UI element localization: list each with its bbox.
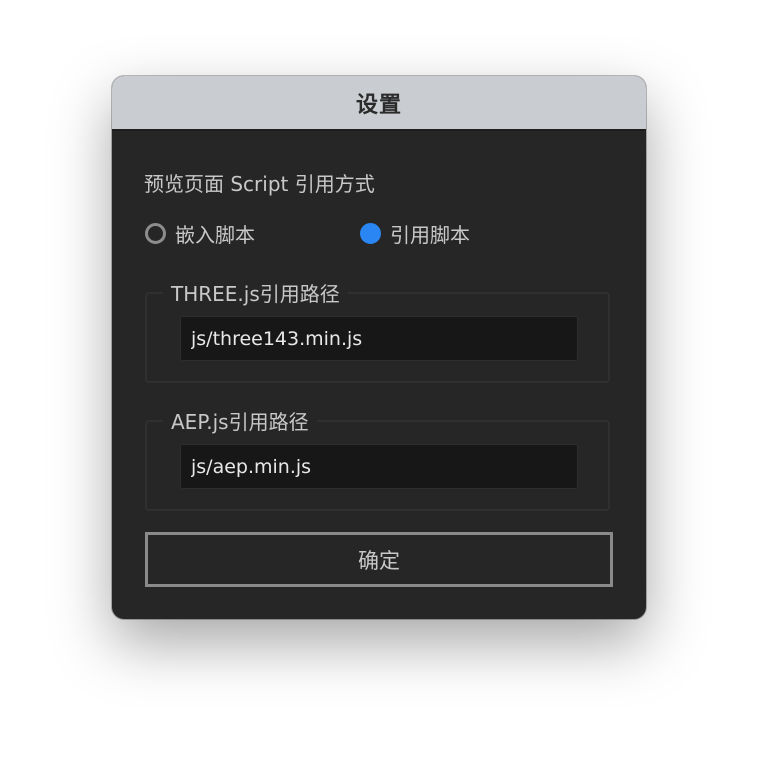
settings-dialog: 设置 预览页面 Script 引用方式 嵌入脚本 引用脚本 THREE.js引用… [112,76,646,619]
radio-reference-label: 引用脚本 [390,223,470,247]
script-mode-label: 预览页面 Script 引用方式 [144,172,375,196]
dialog-title: 设置 [355,92,402,118]
aep-path-group: AEP.js引用路径 [145,406,610,511]
dialog-titlebar[interactable]: 设置 [112,76,646,131]
confirm-button[interactable]: 确定 [145,532,613,587]
three-path-group: THREE.js引用路径 [145,278,610,383]
radio-reference-script[interactable]: 引用脚本 [360,219,470,248]
radio-embed-script[interactable]: 嵌入脚本 [145,219,255,248]
three-path-input[interactable] [180,316,578,361]
aep-path-input[interactable] [180,444,578,489]
radio-embed-label: 嵌入脚本 [175,223,255,247]
radio-reference-circle[interactable] [360,223,381,244]
radio-embed-circle[interactable] [145,223,166,244]
three-path-legend: THREE.js引用路径 [163,278,348,307]
aep-path-legend: AEP.js引用路径 [163,406,317,435]
